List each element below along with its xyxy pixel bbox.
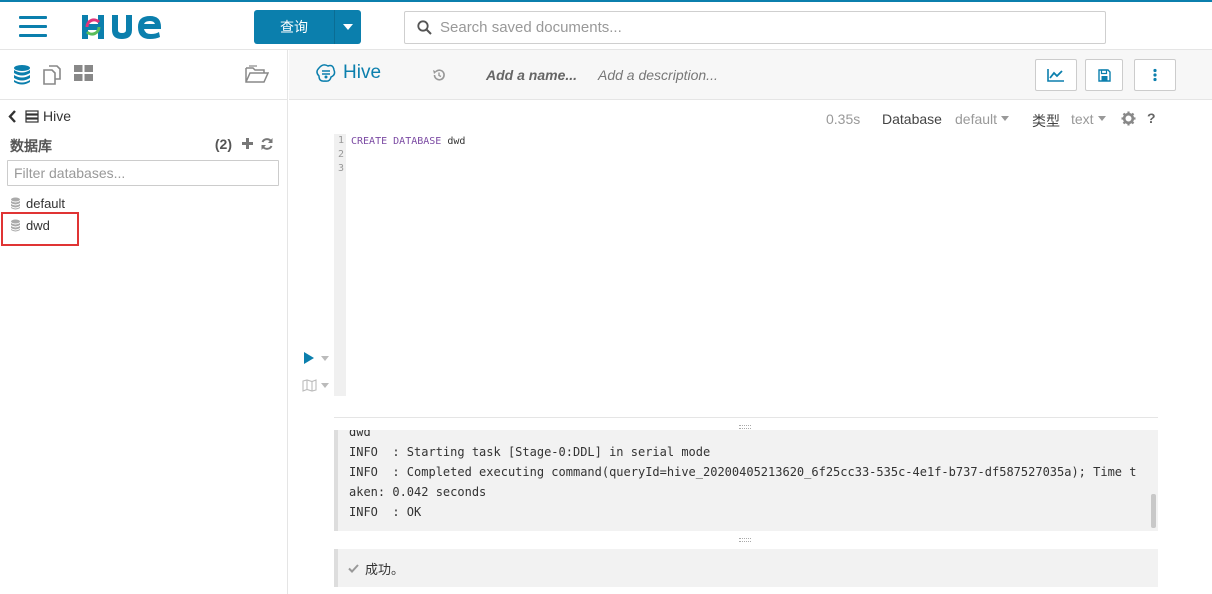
explain-button[interactable]	[302, 379, 329, 392]
sql-keyword: DATABASE	[393, 136, 442, 147]
line-chart-icon	[1047, 69, 1064, 82]
database-list: default dwd	[0, 192, 287, 246]
type-label: 类型	[1032, 113, 1060, 129]
log-scrollbar[interactable]	[1151, 494, 1156, 528]
run-query-button[interactable]	[303, 352, 329, 364]
database-label: Database	[882, 111, 942, 127]
query-description-field[interactable]: Add a description...	[598, 67, 718, 83]
map-icon	[302, 379, 317, 392]
editor-header: Hive Add a name... Add a description...	[289, 50, 1212, 100]
sql-editor[interactable]: 1 2 3 CREATE DATABASE dwd	[334, 134, 1156, 396]
databases-header: 数据库 (2)	[10, 136, 276, 154]
breadcrumb: Hive	[8, 108, 71, 124]
caret-down-icon[interactable]	[335, 10, 361, 44]
assist-panel-tabs	[0, 50, 287, 100]
gear-icon[interactable]	[1121, 111, 1136, 126]
success-message: 成功。	[365, 561, 405, 577]
save-icon	[1097, 68, 1111, 82]
database-select-value[interactable]: default	[955, 111, 997, 127]
query-split-button[interactable]: 查询	[254, 10, 361, 44]
execution-time: 0.35s	[826, 111, 861, 127]
database-count: (2)	[214, 136, 232, 152]
refresh-icon[interactable]	[260, 137, 274, 151]
database-select[interactable]: default	[955, 111, 1010, 127]
play-icon	[304, 352, 314, 364]
editor-log-divider	[334, 417, 1158, 418]
history-icon[interactable]	[432, 68, 446, 82]
query-log-panel: dwd INFO : Starting task [Stage-0:DDL] in…	[334, 430, 1158, 531]
database-name[interactable]: dwd	[26, 218, 50, 233]
database-icon	[11, 197, 20, 209]
documents-icon[interactable]	[41, 64, 63, 86]
caret-down-icon	[1001, 116, 1010, 121]
help-icon[interactable]: ?	[1147, 110, 1156, 126]
chevron-left-icon[interactable]	[8, 109, 17, 123]
search-icon	[417, 20, 432, 35]
sql-identifier: dwd	[447, 136, 466, 147]
resize-handle[interactable]	[739, 425, 751, 429]
more-options-button[interactable]	[1134, 59, 1176, 91]
chart-button[interactable]	[1035, 59, 1077, 91]
caret-down-icon	[1097, 116, 1106, 121]
breadcrumb-hive[interactable]: Hive	[43, 108, 71, 124]
log-line: dwd	[349, 430, 371, 439]
left-assist-panel: Hive 数据库 (2) default	[0, 50, 288, 594]
check-icon	[348, 563, 359, 573]
vertical-ellipsis-icon	[1153, 68, 1157, 82]
grid-icon[interactable]	[74, 64, 94, 82]
engine-title: Hive	[315, 62, 381, 84]
log-line: INFO : Starting task [Stage-0:DDL] in se…	[349, 445, 711, 459]
server-icon	[25, 109, 39, 123]
hue-logo[interactable]	[80, 12, 180, 42]
query-button-label[interactable]: 查询	[254, 10, 335, 44]
database-item-dwd[interactable]: dwd	[0, 212, 287, 246]
log-line: INFO : Completed executing command(query…	[349, 465, 1137, 479]
database-name[interactable]: default	[26, 196, 65, 211]
databases-heading: 数据库	[10, 138, 52, 154]
database-item-default[interactable]: default	[0, 192, 287, 214]
database-icon[interactable]	[12, 64, 32, 86]
search-input[interactable]	[440, 19, 1080, 36]
code-line-1[interactable]: CREATE DATABASE dwd	[351, 135, 465, 149]
log-line: aken: 0.042 seconds	[349, 485, 487, 499]
type-select[interactable]: text	[1071, 111, 1107, 127]
result-status-panel: 成功。	[334, 549, 1158, 587]
type-select-value[interactable]: text	[1071, 111, 1094, 127]
folder-open-icon[interactable]	[245, 64, 269, 84]
filter-databases-box[interactable]	[7, 160, 279, 186]
top-navbar: 查询	[0, 0, 1212, 50]
database-icon	[11, 219, 20, 231]
line-number: 1	[337, 135, 344, 146]
resize-handle[interactable]	[739, 538, 751, 542]
engine-label: Hive	[343, 62, 382, 83]
caret-down-icon[interactable]	[321, 355, 329, 361]
save-button[interactable]	[1085, 59, 1123, 91]
query-log-text: dwd INFO : Starting task [Stage-0:DDL] in…	[349, 430, 1139, 522]
query-name-field[interactable]: Add a name...	[486, 67, 577, 83]
line-number: 2	[337, 149, 344, 160]
hamburger-menu-icon[interactable]	[19, 16, 47, 38]
line-number-gutter: 1 2 3	[334, 134, 346, 396]
log-line: INFO : OK	[349, 505, 422, 519]
plus-icon[interactable]	[241, 137, 254, 150]
caret-down-icon[interactable]	[321, 383, 329, 388]
search-box[interactable]	[404, 11, 1106, 44]
sql-keyword: CREATE	[351, 136, 388, 147]
hive-bee-icon	[316, 64, 336, 82]
line-number: 3	[337, 163, 344, 174]
filter-databases-input[interactable]	[8, 161, 278, 185]
